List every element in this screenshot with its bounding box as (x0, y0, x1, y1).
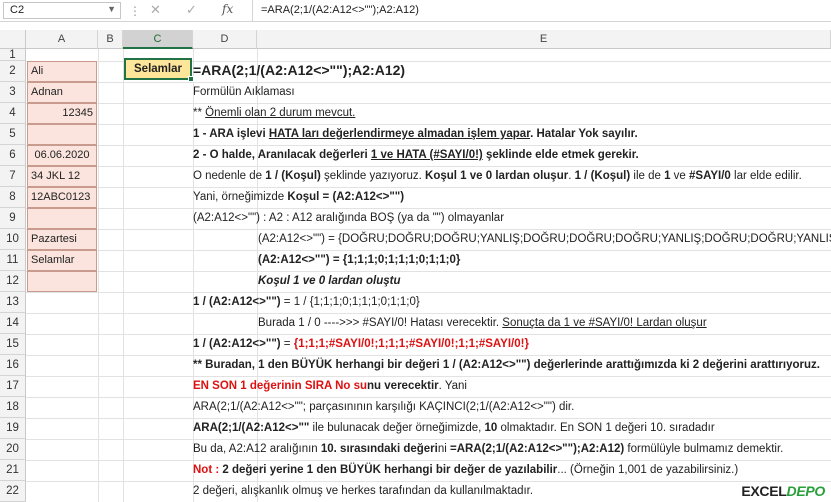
formula-text: =ARA(2;1/(A2:A12<>"");A2:A12) (193, 62, 406, 78)
row-header[interactable]: 2 (0, 61, 26, 82)
explanation-line: Burada 1 / 0 ---->>> #SAYI/0! Hatası ver… (258, 317, 707, 329)
cell-a9[interactable] (27, 208, 97, 229)
row-header[interactable]: 4 (0, 103, 26, 124)
row-header[interactable]: 10 (0, 229, 26, 250)
gridline (98, 49, 99, 502)
gridline (123, 49, 124, 502)
row-header[interactable]: 1 (0, 49, 26, 61)
row-header[interactable]: 9 (0, 208, 26, 229)
row-header[interactable]: 22 (0, 481, 26, 502)
column-header-d[interactable]: D (193, 30, 257, 49)
gridline (26, 292, 831, 293)
explanation-line: (A2:A12<>"") = {DOĞRU;DOĞRU;DOĞRU;YANLIŞ… (258, 233, 831, 245)
gridline (26, 82, 831, 83)
row-header[interactable]: 14 (0, 313, 26, 334)
explanation-line: Koşul 1 ve 0 lardan oluştu (258, 275, 401, 287)
formula-input[interactable]: =ARA(2;1/(A2:A12<>"");A2:A12) (252, 0, 831, 21)
cancel-icon[interactable]: ✕ (150, 2, 161, 18)
explanation-line: 2 değeri, alışkanlık olmuş ve herkes tar… (193, 485, 534, 497)
cell-a6[interactable]: 06.06.2020 (27, 145, 97, 166)
row-header[interactable]: 7 (0, 166, 26, 187)
formula-bar: C2 ▼ ⋮ ✕ ✓ fx =ARA(2;1/(A2:A12<>"");A2:A… (0, 0, 831, 22)
name-box-value: C2 (10, 4, 25, 16)
row-header[interactable]: 12 (0, 271, 26, 292)
excel-depo-logo: EXCELDEPO (741, 483, 825, 499)
explanation-line: Yani, örneğimizde Koşul = (A2:A12<>"") (193, 191, 405, 203)
name-box[interactable]: C2 ▼ (3, 2, 121, 19)
gridline (26, 271, 831, 272)
explanation-line: ARA(2;1/(A2:A12<>"" ile bulunacak değer … (193, 422, 715, 434)
explanation-line: ** Önemli olan 2 durum mevcut. (193, 107, 356, 119)
explanation-line: Bu da, A2:A12 aralığının 10. sırasındaki… (193, 443, 784, 455)
drag-handle-icon[interactable]: ⋮ (129, 4, 142, 18)
enter-icon[interactable]: ✓ (186, 2, 197, 18)
cell-a12[interactable] (27, 271, 97, 292)
row-header[interactable]: 17 (0, 376, 26, 397)
row-header[interactable]: 5 (0, 124, 26, 145)
insert-function-icon[interactable]: fx (222, 2, 233, 16)
row-header[interactable]: 3 (0, 82, 26, 103)
gridline (26, 103, 831, 104)
explanation-heading: Formülün Aıklaması (193, 86, 295, 98)
row-header[interactable]: 6 (0, 145, 26, 166)
row-header[interactable]: 15 (0, 334, 26, 355)
column-header-b[interactable]: B (98, 30, 123, 49)
cell-a11[interactable]: Selamlar (27, 250, 97, 271)
column-header-c[interactable]: C (123, 30, 193, 49)
row-header[interactable]: 21 (0, 460, 26, 481)
explanation-line: ARA(2;1/(A2:A12<>""; parçasınının karşıl… (193, 401, 575, 413)
column-header-a[interactable]: A (26, 30, 98, 49)
select-all-corner[interactable] (0, 30, 26, 49)
explanation-line: 1 / (A2:A12<>"") = {1;1;1;#SAYI/0!;1;1;1… (193, 338, 529, 350)
cell-a8[interactable]: 12ABC0123 (27, 187, 97, 208)
cell-c2-value: Selamlar (134, 63, 182, 75)
column-header-e[interactable]: E (257, 30, 831, 49)
cell-a2[interactable]: Ali (27, 61, 97, 82)
explanation-line: O nedenle de 1 / (Koşul) şeklinde yazıyo… (193, 170, 802, 182)
explanation-line: 1 - ARA işlevi HATA ları değerlendirmeye… (193, 128, 638, 140)
row-header[interactable]: 19 (0, 418, 26, 439)
row-header[interactable]: 8 (0, 187, 26, 208)
row-header[interactable]: 18 (0, 397, 26, 418)
cell-a7[interactable]: 34 JKL 12 (27, 166, 97, 187)
explanation-line: ** Buradan, 1 den BÜYÜK herhangi bir değ… (193, 359, 820, 371)
explanation-line: 2 - O halde, Aranılacak değerleri 1 ve H… (193, 149, 639, 161)
chevron-down-icon[interactable]: ▼ (107, 4, 116, 14)
active-cell-c2[interactable]: Selamlar (124, 58, 194, 82)
explanation-line: Not : 2 değeri yerine 1 den BÜYÜK herhan… (193, 464, 739, 476)
explanation-line: (A2:A12<>"") : A2 : A12 aralığında BOŞ (… (193, 212, 505, 224)
row-header[interactable]: 13 (0, 292, 26, 313)
explanation-line: 1 / (A2:A12<>"") = 1 / {1;1;1;0;1;1;1;0;… (193, 296, 420, 308)
gridline (26, 187, 831, 188)
row-header[interactable]: 11 (0, 250, 26, 271)
cell-a3[interactable]: Adnan (27, 82, 97, 103)
cell-a5[interactable] (27, 124, 97, 145)
row-header[interactable]: 20 (0, 439, 26, 460)
explanation-line: (A2:A12<>"") = {1;1;1;0;1;1;1;0;1;1;0} (258, 254, 461, 266)
cell-a4[interactable]: 12345 (27, 103, 97, 124)
row-header[interactable]: 16 (0, 355, 26, 376)
cell-a10[interactable]: Pazartesi (27, 229, 97, 250)
explanation-line: EN SON 1 değerinin SIRA No sunu verecekt… (193, 380, 467, 392)
